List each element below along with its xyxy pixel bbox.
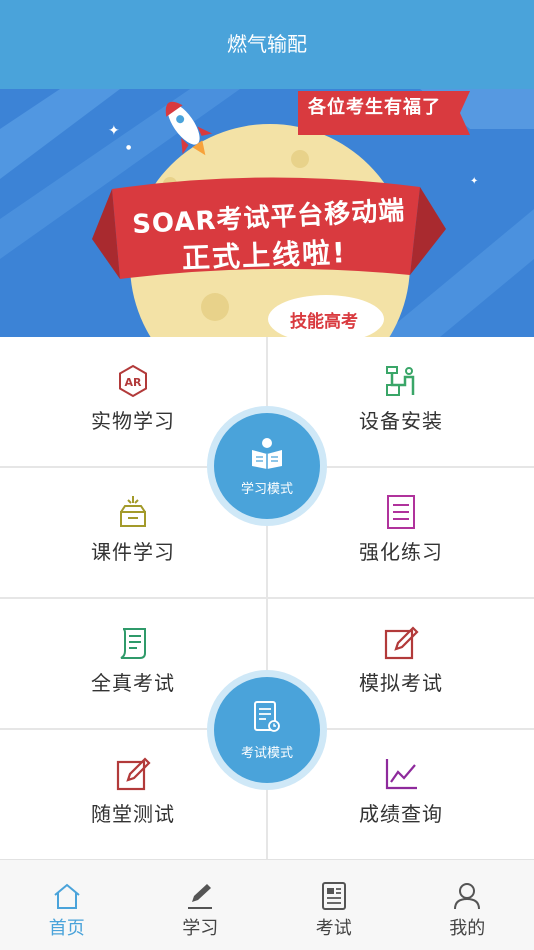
ar-icon: AR [119, 364, 147, 398]
cell-label: 成绩查询 [359, 802, 443, 826]
banner-headline-line2: 正式上线啦! [181, 236, 348, 275]
tab-label: 学习 [182, 918, 219, 939]
title-bar: 燃气输配 [0, 0, 534, 89]
tab-label: 我的 [449, 918, 486, 939]
cell-label: 模拟考试 [359, 671, 443, 695]
svg-text:●: ● [126, 144, 131, 151]
cell-label: 全真考试 [91, 671, 175, 695]
exam-mode-button[interactable]: 考试模式 [207, 670, 327, 790]
tab-exam[interactable]: 考试 [267, 860, 401, 950]
cell-label: 设备安装 [359, 409, 443, 433]
tab-label: 首页 [48, 918, 85, 939]
scroll-icon [120, 628, 146, 659]
edit-icon [116, 757, 151, 791]
cell-label: 课件学习 [91, 540, 175, 564]
page-title: 燃气输配 [227, 32, 307, 56]
svg-text:AR: AR [125, 376, 143, 389]
study-mode-button[interactable]: 学习模式 [207, 406, 327, 526]
tab-label: 考试 [315, 918, 352, 939]
newspaper-icon [321, 882, 346, 910]
study-mode-circle: 学习模式 [214, 413, 320, 519]
box-icon [120, 496, 146, 527]
banner-ribbon-text: 各位考生有福了 [308, 97, 441, 118]
promo-banner[interactable]: ✦ ✦ ✦ ● 各位考生有福了 SOAR考试平台移动端 正式上线啦! 技能高考 [0, 89, 534, 337]
reading-icon [252, 437, 282, 469]
tab-home[interactable]: 首页 [0, 860, 134, 950]
home-icon [54, 883, 80, 909]
edit-icon [384, 626, 419, 660]
svg-text:✦: ✦ [108, 123, 120, 139]
svg-text:✦: ✦ [470, 176, 478, 187]
chart-icon [385, 759, 417, 790]
cell-label: 随堂测试 [91, 802, 175, 826]
pen-icon [188, 884, 213, 909]
banner-stamp-text: 技能高考 [290, 312, 358, 332]
user-icon [454, 883, 481, 910]
tab-mine[interactable]: 我的 [401, 860, 534, 950]
exam-paper-icon [254, 700, 280, 732]
study-mode-label: 学习模式 [240, 481, 293, 497]
cell-label: 强化练习 [359, 540, 443, 564]
pipe-icon [386, 366, 415, 396]
list-icon [387, 495, 415, 529]
bottom-tab-bar: 首页 学习 考试 我的 [0, 859, 534, 950]
exam-mode-label: 考试模式 [240, 745, 293, 761]
cell-label: 实物学习 [91, 409, 175, 433]
exam-mode-circle: 考试模式 [214, 677, 320, 783]
tab-study[interactable]: 学习 [134, 860, 268, 950]
